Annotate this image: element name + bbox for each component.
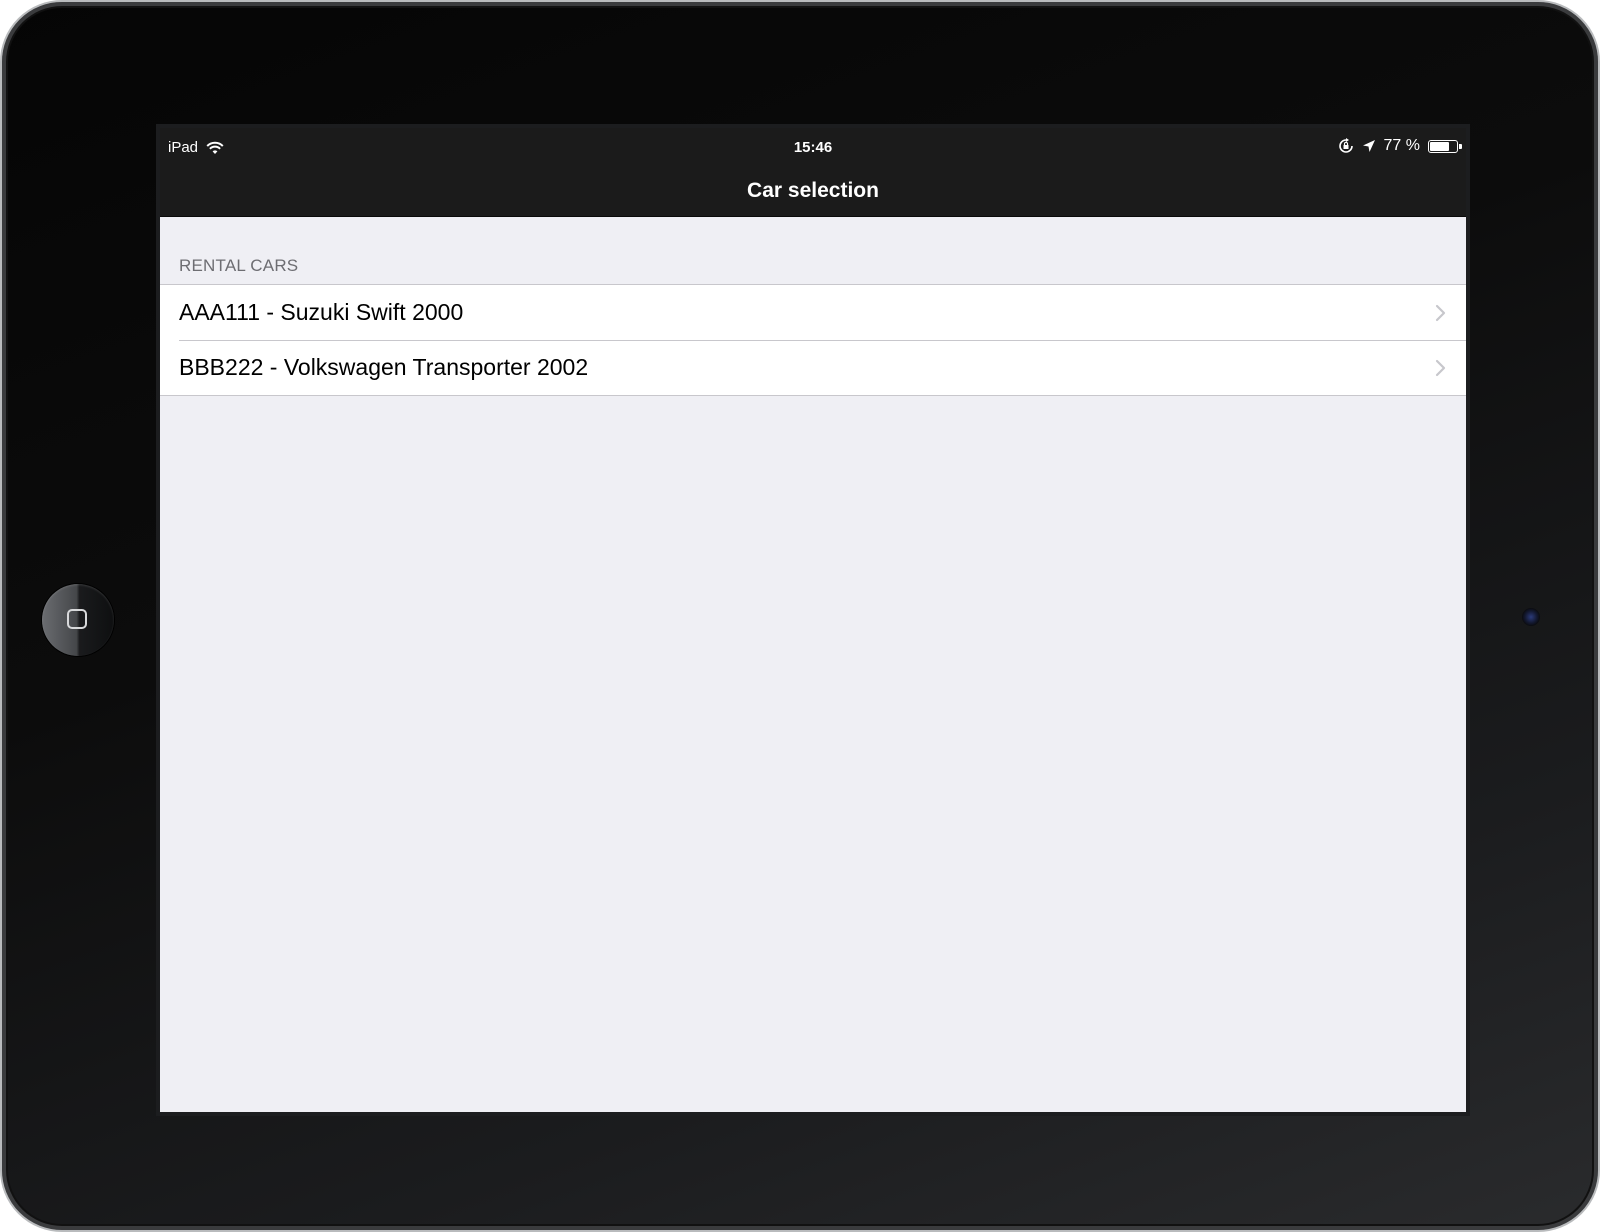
row-label: AAA111 - Suzuki Swift 2000 (179, 299, 464, 325)
row-label: BBB222 - Volkswagen Transporter 2002 (179, 354, 589, 380)
status-time: 15:46 (793, 139, 833, 156)
home-square-icon (67, 609, 87, 629)
status-right: 77 % (1338, 137, 1462, 155)
location-arrow-icon (1362, 140, 1375, 152)
status-bar: iPad 15:46 77 % (160, 128, 1466, 168)
battery-nub (1459, 143, 1462, 149)
battery-percent: 77 % (1383, 137, 1420, 154)
battery-icon (1428, 139, 1462, 153)
screen: iPad 15:46 77 % Car selection RENTAL CAR… (160, 128, 1466, 1112)
home-button[interactable] (42, 584, 114, 656)
section-header: RENTAL CARS (179, 256, 299, 275)
car-table: AAA111 - Suzuki Swift 2000 BBB222 - Volk… (160, 284, 1466, 396)
page-title: Car selection (747, 179, 879, 202)
front-camera-icon (1522, 608, 1540, 626)
table-row[interactable]: AAA111 - Suzuki Swift 2000 (160, 285, 1466, 340)
battery-fill (1430, 141, 1450, 151)
table-row[interactable]: BBB222 - Volkswagen Transporter 2002 (160, 340, 1466, 395)
chevron-right-icon (1435, 359, 1446, 377)
navigation-bar: Car selection (160, 168, 1466, 217)
chevron-right-icon (1435, 304, 1446, 322)
rotation-lock-icon (1338, 138, 1353, 153)
ipad-frame: iPad 15:46 77 % Car selection RENTAL CAR… (0, 0, 1600, 1232)
